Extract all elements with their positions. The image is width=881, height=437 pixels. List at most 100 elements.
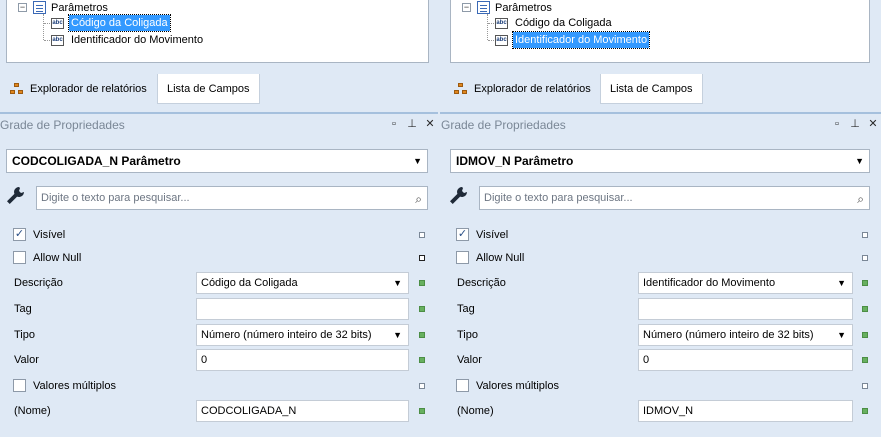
collapse-icon[interactable]: − bbox=[18, 3, 27, 12]
tipo-dropdown[interactable]: Número (número inteiro de 32 bits) ▼ bbox=[196, 324, 409, 346]
wrench-icon[interactable] bbox=[4, 184, 26, 208]
nome-value: IDMOV_N bbox=[643, 405, 694, 417]
report-explorer-icon bbox=[10, 83, 24, 95]
close-icon[interactable]: ✕ bbox=[424, 118, 436, 130]
prop-marker bbox=[862, 383, 868, 389]
prop-marker bbox=[862, 357, 868, 363]
fields-tree: − Parâmetros abc Código da Coligada abc … bbox=[450, 0, 870, 63]
tag-field[interactable] bbox=[196, 298, 409, 320]
prop-marker bbox=[862, 280, 868, 286]
prop-tag: Tag bbox=[457, 298, 475, 320]
search-input[interactable]: Digite o texto para pesquisar... ⌕ bbox=[479, 186, 870, 210]
valor-field[interactable]: 0 bbox=[638, 349, 853, 371]
bottom-tabs: Explorador de relatórios Lista de Campos bbox=[0, 74, 438, 104]
prop-marker bbox=[862, 408, 868, 414]
descricao-dropdown[interactable]: Código da Coligada ▼ bbox=[196, 272, 409, 294]
search-icon[interactable]: ⌕ bbox=[415, 188, 422, 210]
prop-marker bbox=[419, 255, 425, 261]
string-field-icon: abc bbox=[495, 35, 508, 46]
descricao-value: Código da Coligada bbox=[201, 277, 298, 289]
tab-report-explorer[interactable]: Explorador de relatórios bbox=[10, 74, 147, 104]
tipo-value: Número (número inteiro de 32 bits) bbox=[643, 329, 814, 341]
tab-label: Explorador de relatórios bbox=[30, 83, 147, 95]
prop-tipo: Tipo bbox=[14, 324, 35, 346]
prop-label: Valor bbox=[14, 354, 39, 366]
prop-label: Allow Null bbox=[33, 252, 82, 264]
prop-label: (Nome) bbox=[457, 405, 494, 417]
tree-node-label: Código da Coligada bbox=[68, 14, 171, 32]
visivel-checkbox[interactable]: ✓ bbox=[456, 228, 469, 241]
tab-field-list[interactable]: Lista de Campos bbox=[157, 74, 260, 104]
valores-multiplos-checkbox[interactable] bbox=[13, 379, 26, 392]
collapse-icon[interactable]: − bbox=[462, 3, 471, 12]
object-selector[interactable]: CODCOLIGADA_N Parâmetro ▼ bbox=[6, 149, 428, 173]
string-field-icon: abc bbox=[51, 35, 64, 46]
chevron-down-icon: ▼ bbox=[837, 278, 846, 288]
tree-connector bbox=[43, 14, 44, 40]
fields-tree: − Parâmetros abc Código da Coligada abc … bbox=[6, 0, 429, 63]
tree-node-label: Código da Coligada bbox=[515, 17, 612, 29]
tab-label: Explorador de relatórios bbox=[474, 83, 591, 95]
window-position-icon[interactable]: ▫ bbox=[388, 118, 400, 130]
prop-label: Valores múltiplos bbox=[476, 380, 559, 392]
pane-divider bbox=[0, 112, 438, 114]
nome-field[interactable]: CODCOLIGADA_N bbox=[196, 400, 409, 422]
tree-node-label: Parâmetros bbox=[51, 2, 108, 14]
valor-field[interactable]: 0 bbox=[196, 349, 409, 371]
pin-icon[interactable]: ⊥ bbox=[406, 118, 418, 130]
prop-label: Visível bbox=[33, 229, 66, 241]
tree-connector bbox=[487, 14, 488, 40]
tipo-dropdown[interactable]: Número (número inteiro de 32 bits) ▼ bbox=[638, 324, 853, 346]
panel-title: Grade de Propriedades bbox=[0, 118, 125, 132]
wrench-icon[interactable] bbox=[447, 184, 469, 208]
tree-node-label: Identificador do Movimento bbox=[71, 34, 204, 46]
search-placeholder: Digite o texto para pesquisar... bbox=[484, 192, 633, 204]
chevron-down-icon: ▼ bbox=[413, 156, 422, 166]
window-position-icon[interactable]: ▫ bbox=[831, 118, 843, 130]
prop-marker bbox=[862, 332, 868, 338]
prop-valor: Valor bbox=[457, 349, 482, 371]
prop-label: Allow Null bbox=[476, 252, 525, 264]
tag-field[interactable] bbox=[638, 298, 853, 320]
search-icon[interactable]: ⌕ bbox=[857, 188, 864, 210]
tipo-value: Número (número inteiro de 32 bits) bbox=[201, 329, 372, 341]
valores-multiplos-checkbox[interactable] bbox=[456, 379, 469, 392]
bottom-tabs: Explorador de relatórios Lista de Campos bbox=[440, 74, 881, 104]
prop-marker bbox=[419, 357, 425, 363]
prop-tipo: Tipo bbox=[457, 324, 478, 346]
parameters-list-icon bbox=[33, 1, 46, 14]
pane-divider bbox=[440, 112, 881, 114]
allow-null-checkbox[interactable] bbox=[456, 251, 469, 264]
tab-report-explorer[interactable]: Explorador de relatórios bbox=[454, 74, 591, 104]
nome-value: CODCOLIGADA_N bbox=[201, 405, 297, 417]
prop-label: Descrição bbox=[457, 277, 506, 289]
nome-field[interactable]: IDMOV_N bbox=[638, 400, 853, 422]
pin-icon[interactable]: ⊥ bbox=[849, 118, 861, 130]
prop-marker bbox=[419, 332, 425, 338]
search-input[interactable]: Digite o texto para pesquisar... ⌕ bbox=[36, 186, 428, 210]
prop-marker bbox=[862, 232, 868, 238]
prop-label: Valor bbox=[457, 354, 482, 366]
string-field-icon: abc bbox=[495, 18, 508, 29]
valor-value: 0 bbox=[201, 354, 208, 366]
prop-marker bbox=[419, 383, 425, 389]
close-icon[interactable]: ✕ bbox=[867, 118, 879, 130]
visivel-checkbox[interactable]: ✓ bbox=[13, 228, 26, 241]
prop-marker bbox=[419, 306, 425, 312]
prop-marker bbox=[862, 255, 868, 261]
descricao-value: Identificador do Movimento bbox=[643, 277, 776, 289]
tab-field-list[interactable]: Lista de Campos bbox=[600, 74, 703, 104]
right-pane: − Parâmetros abc Código da Coligada abc … bbox=[440, 0, 881, 437]
prop-nome: (Nome) bbox=[14, 400, 51, 422]
prop-label: Tipo bbox=[14, 329, 35, 341]
prop-marker bbox=[419, 232, 425, 238]
prop-marker bbox=[419, 408, 425, 414]
descricao-dropdown[interactable]: Identificador do Movimento ▼ bbox=[638, 272, 853, 294]
object-selector-value: IDMOV_N Parâmetro bbox=[456, 154, 574, 168]
object-selector[interactable]: IDMOV_N Parâmetro ▼ bbox=[450, 149, 870, 173]
prop-label: Tag bbox=[14, 303, 32, 315]
tree-node-label: Parâmetros bbox=[495, 2, 552, 14]
prop-label: Descrição bbox=[14, 277, 63, 289]
prop-valor: Valor bbox=[14, 349, 39, 371]
allow-null-checkbox[interactable] bbox=[13, 251, 26, 264]
